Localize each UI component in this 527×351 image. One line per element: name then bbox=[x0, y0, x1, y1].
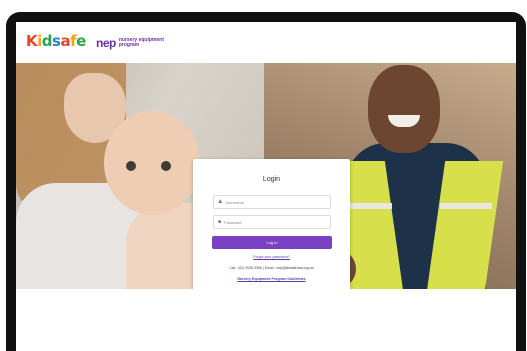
photo-detail bbox=[368, 65, 440, 153]
device-frame: K i d s a f e nep nursery equipment prog… bbox=[6, 12, 526, 351]
photo-detail bbox=[161, 161, 171, 171]
contact-info: Call : (02) 9036 3306 | Email : nep@kids… bbox=[229, 266, 314, 270]
nep-logo-mark: nep bbox=[96, 36, 116, 50]
login-card: Login ♟ ■ Log in Forgot your password? C… bbox=[193, 159, 350, 289]
username-field[interactable]: ♟ bbox=[213, 195, 331, 209]
hero-banner: Login ♟ ■ Log in Forgot your password? C… bbox=[16, 63, 516, 289]
kidsafe-logo-letter: a bbox=[60, 32, 71, 50]
photo-detail bbox=[104, 111, 200, 215]
browser-screen: K i d s a f e nep nursery equipment prog… bbox=[16, 22, 516, 351]
page-footer-area bbox=[16, 289, 516, 351]
password-input[interactable] bbox=[224, 217, 325, 227]
photo-detail bbox=[440, 203, 492, 209]
kidsafe-logo-letter: d bbox=[41, 32, 53, 50]
login-button[interactable]: Log in bbox=[212, 236, 332, 249]
lock-icon: ■ bbox=[218, 218, 222, 225]
kidsafe-logo-letter: K bbox=[26, 32, 38, 50]
nep-logo-line2: program bbox=[118, 42, 140, 48]
kidsafe-logo-letter: s bbox=[52, 32, 61, 50]
login-title: Login bbox=[262, 176, 281, 183]
username-input[interactable] bbox=[225, 197, 326, 207]
kidsafe-logo[interactable]: K i d s a f e bbox=[26, 30, 86, 52]
nep-logo-text: nursery equipment program bbox=[119, 38, 164, 48]
user-icon: ♟ bbox=[218, 198, 223, 205]
photo-detail bbox=[126, 161, 136, 171]
nep-logo[interactable]: nep nursery equipment program bbox=[96, 36, 164, 50]
guidelines-link[interactable]: Nursery Equipment Program Guidelines bbox=[193, 277, 350, 281]
forgot-password-link[interactable]: Forgot your password? bbox=[193, 255, 350, 259]
site-header: K i d s a f e nep nursery equipment prog… bbox=[16, 22, 516, 63]
kidsafe-logo-letter: e bbox=[76, 32, 86, 50]
password-field[interactable]: ■ bbox=[213, 215, 331, 229]
